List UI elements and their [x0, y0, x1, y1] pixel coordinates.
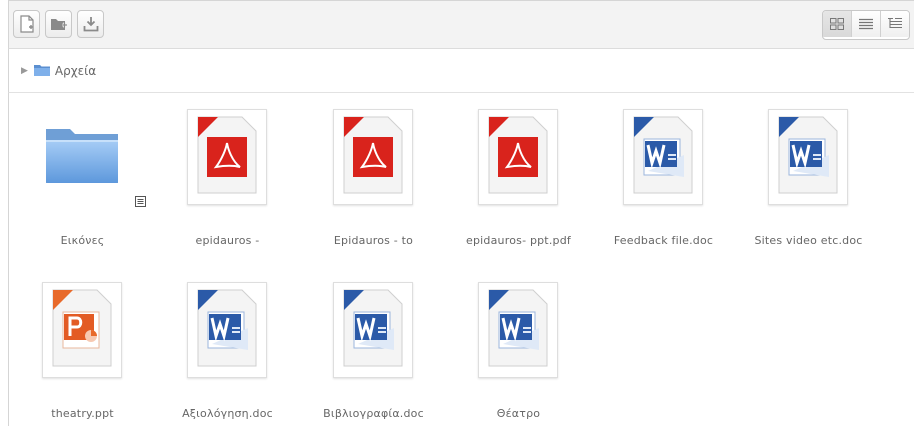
thumbnail — [478, 282, 558, 378]
expand-arrow-icon[interactable]: ▶ — [21, 66, 28, 76]
breadcrumb-root-link[interactable]: Αρχεία — [55, 64, 96, 78]
file-item-ppt[interactable]: theatry.ppt — [10, 266, 150, 426]
file-item-doc[interactable]: Feedback file.doc — [591, 93, 731, 253]
file-name: epidauros - — [195, 234, 260, 247]
thumbnail — [333, 109, 413, 205]
file-item-pdf[interactable]: Epidauros - to — [301, 93, 441, 253]
word-file-icon — [340, 288, 406, 372]
tree-view-button[interactable] — [880, 11, 909, 37]
file-name: Feedback file.doc — [613, 234, 714, 247]
file-item-folder-images[interactable]: Εικόνες — [10, 93, 150, 253]
word-file-icon — [485, 288, 551, 372]
file-name: epidauros- ppt.pdf — [466, 234, 571, 247]
download-all-button[interactable] — [77, 10, 104, 38]
pdf-file-icon — [340, 115, 406, 199]
file-item-doc[interactable]: Θέατρο — [446, 266, 586, 426]
file-name: theatry.ppt — [51, 407, 114, 420]
word-file-icon — [775, 115, 841, 199]
breadcrumb: ▶ Αρχεία — [8, 49, 914, 93]
create-file-button[interactable] — [13, 10, 40, 38]
thumbnail — [333, 282, 413, 378]
info-icon[interactable] — [135, 192, 146, 211]
thumbnail — [478, 109, 558, 205]
icon-view-button[interactable] — [823, 11, 851, 37]
file-manager-toolbar — [8, 0, 914, 49]
word-file-icon — [194, 288, 260, 372]
file-name: Αξιολόγηση.doc — [182, 407, 273, 420]
file-grid: Εικόνες epidauros - Epidauros - to epida… — [8, 93, 914, 426]
new-folder-icon — [50, 16, 68, 32]
create-folder-button[interactable] — [45, 10, 72, 38]
file-item-doc[interactable]: Sites video etc.doc — [736, 93, 876, 253]
file-name: Epidauros - to — [333, 234, 414, 247]
powerpoint-file-icon — [49, 288, 115, 372]
thumbnail — [42, 282, 122, 378]
folder-icon — [33, 61, 50, 80]
thumbnail — [42, 109, 122, 205]
file-name: Βιβλιογραφία.doc — [323, 407, 424, 420]
icon-view-icon — [830, 15, 844, 34]
pdf-file-icon — [485, 115, 551, 199]
file-item-doc[interactable]: Αξιολόγηση.doc — [155, 266, 295, 426]
file-name: Sites video etc.doc — [754, 234, 863, 247]
thumbnail — [187, 282, 267, 378]
list-view-button[interactable] — [851, 11, 880, 37]
file-name: Θέατρο — [496, 407, 541, 420]
tree-view-icon — [888, 15, 902, 34]
file-item-pdf[interactable]: epidauros- ppt.pdf — [446, 93, 586, 253]
thumbnail — [623, 109, 703, 205]
list-view-icon — [859, 15, 873, 34]
thumbnail — [768, 109, 848, 205]
view-mode-switcher — [822, 10, 910, 40]
new-file-icon — [19, 15, 35, 33]
file-name: Εικόνες — [60, 234, 105, 247]
pdf-file-icon — [194, 115, 260, 199]
file-item-doc[interactable]: Βιβλιογραφία.doc — [301, 266, 441, 426]
thumbnail — [187, 109, 267, 205]
folder-icon — [44, 125, 120, 189]
word-file-icon — [630, 115, 696, 199]
file-item-pdf[interactable]: epidauros - — [155, 93, 295, 253]
download-icon — [83, 16, 99, 32]
